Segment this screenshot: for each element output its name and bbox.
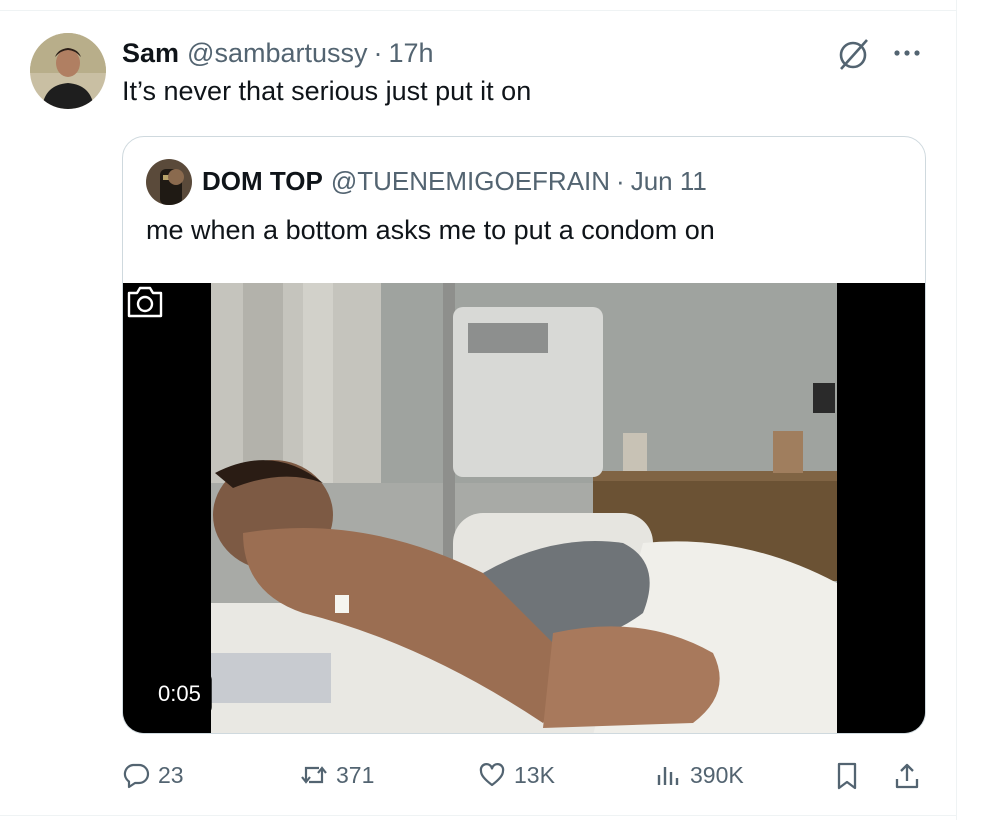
repost-icon xyxy=(301,766,327,784)
video-frame xyxy=(123,283,925,733)
analytics-icon xyxy=(657,767,679,785)
tweet-header: Sam @sambartussy · 17h xyxy=(122,35,434,71)
repost-count: 371 xyxy=(336,761,375,788)
video-timestamp: 0:05 xyxy=(147,674,212,713)
author-name[interactable]: Sam xyxy=(122,38,179,69)
author-avatar[interactable] xyxy=(30,33,106,109)
action-bar: 23 371 13K 390K xyxy=(0,752,956,798)
quoted-tweet[interactable]: DOM TOP @TUENEMIGOEFRAIN · Jun 11 me whe… xyxy=(122,136,926,734)
quoted-header: DOM TOP @TUENEMIGOEFRAIN · Jun 11 xyxy=(202,164,707,198)
author-handle[interactable]: @sambartussy xyxy=(187,38,367,69)
more-horizontal-icon[interactable] xyxy=(890,38,924,68)
view-count: 390K xyxy=(690,761,744,788)
heart-icon xyxy=(479,763,505,787)
quoted-author-handle[interactable]: @TUENEMIGOEFRAIN xyxy=(331,166,610,197)
quoted-header-separator: · xyxy=(616,165,625,196)
share-icon[interactable] xyxy=(892,761,922,791)
camera-icon[interactable] xyxy=(123,283,167,321)
tweet-time[interactable]: 17h xyxy=(389,38,434,69)
header-separator: · xyxy=(373,37,383,68)
views-button[interactable]: 390K xyxy=(654,752,744,798)
like-button[interactable]: 13K xyxy=(478,752,555,798)
video-player[interactable]: 0:05 xyxy=(123,283,925,733)
tweet-text: It’s never that serious just put it on xyxy=(122,76,532,106)
quoted-author-avatar[interactable] xyxy=(146,159,192,205)
reply-count: 23 xyxy=(158,761,184,788)
quoted-author-name[interactable]: DOM TOP xyxy=(202,166,323,197)
quoted-text: me when a bottom asks me to put a condom… xyxy=(146,215,715,245)
quoted-date[interactable]: Jun 11 xyxy=(631,166,707,197)
reply-button[interactable]: 23 xyxy=(122,752,184,798)
reply-icon xyxy=(123,763,150,789)
grok-icon[interactable] xyxy=(836,36,872,72)
bookmark-icon[interactable] xyxy=(832,761,862,791)
bottom-divider xyxy=(0,815,956,816)
top-divider xyxy=(0,10,956,11)
like-count: 13K xyxy=(514,761,555,788)
repost-button[interactable]: 371 xyxy=(300,752,374,798)
timeline-border xyxy=(956,0,957,820)
